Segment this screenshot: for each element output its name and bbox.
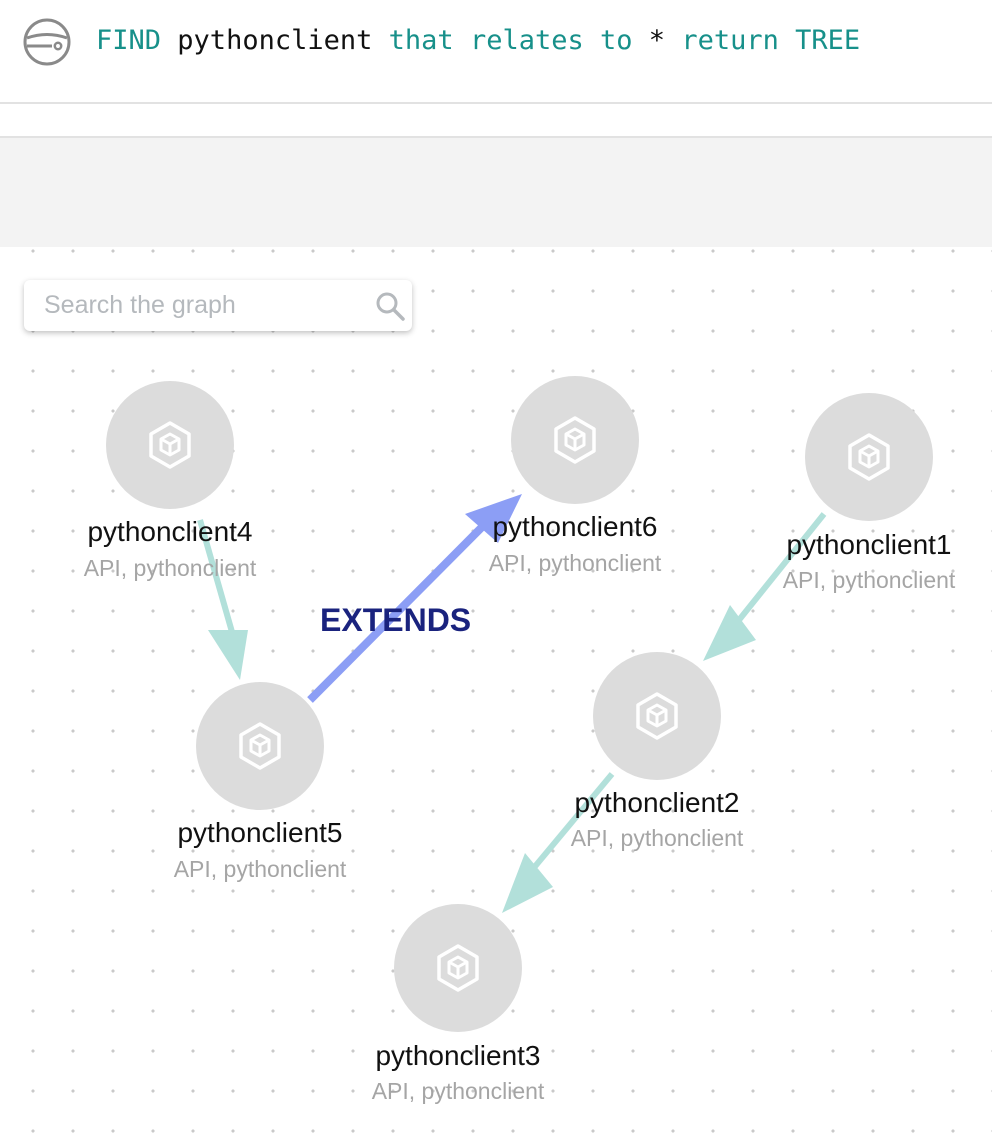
cube-hexagon-icon (845, 433, 893, 481)
node-label: pythonclient4 (87, 516, 253, 547)
node-label: pythonclient3 (375, 1040, 541, 1071)
node-tags: API, pythonclient (173, 856, 347, 882)
node-tags: API, pythonclient (488, 550, 662, 576)
graph-node-pythonclient2[interactable] (593, 652, 721, 780)
cube-hexagon-icon (551, 416, 599, 464)
node-tags: API, pythonclient (782, 567, 956, 593)
node-tags: API, pythonclient (83, 555, 257, 581)
graph-node-pythonclient1[interactable] (805, 393, 933, 521)
node-label: pythonclient2 (574, 787, 740, 818)
arrowhead-icon (502, 853, 553, 913)
graph-node-pythonclient3[interactable] (394, 904, 522, 1032)
cube-hexagon-icon (236, 722, 284, 770)
graph-node-pythonclient4[interactable] (106, 381, 234, 509)
search-input[interactable] (44, 289, 334, 321)
cube-hexagon-icon (633, 692, 681, 740)
node-tags: API, pythonclient (371, 1078, 545, 1104)
edge-label-extends: EXTENDS (320, 602, 472, 638)
graph-node-pythonclient5[interactable] (196, 682, 324, 810)
node-label: pythonclient5 (177, 817, 343, 848)
node-tags: API, pythonclient (570, 825, 744, 851)
arrowhead-icon (208, 630, 248, 680)
node-label: pythonclient1 (786, 529, 952, 560)
cube-hexagon-icon (146, 421, 194, 469)
graph-search[interactable] (24, 280, 412, 331)
search-icon[interactable] (374, 290, 406, 322)
cube-hexagon-icon (434, 944, 482, 992)
node-label: pythonclient6 (492, 511, 658, 542)
graph-node-pythonclient6[interactable] (511, 376, 639, 504)
